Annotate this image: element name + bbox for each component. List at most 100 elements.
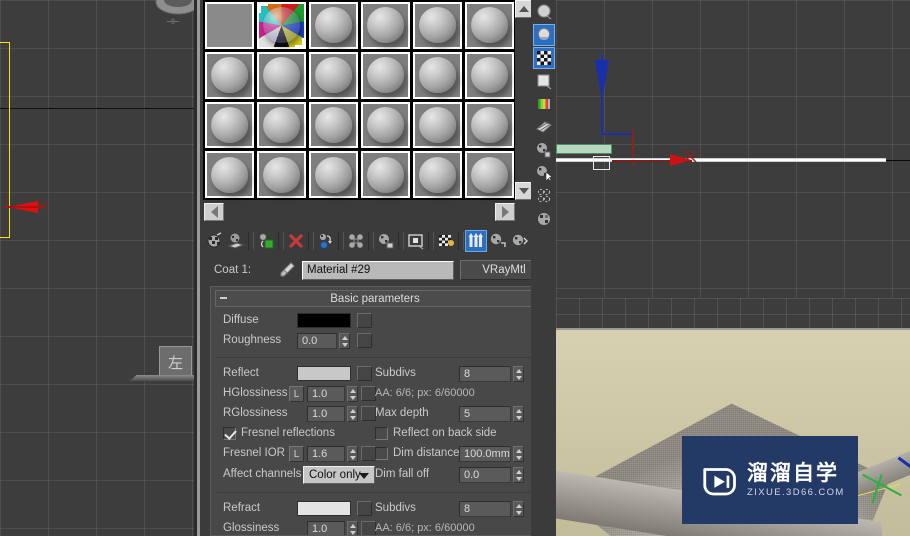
show-end-result-icon[interactable] [487,230,509,252]
material-slot-9[interactable] [309,51,358,99]
max-depth-value[interactable]: 5 [459,406,511,422]
max-depth-spinner[interactable] [513,406,524,422]
show-shaded-material-in-viewport-icon[interactable] [465,230,487,252]
refract-color-swatch[interactable] [297,501,351,516]
material-slot-11[interactable] [413,51,462,99]
material-sample-slots[interactable] [203,0,516,200]
material-name-text[interactable] [303,261,461,279]
material-slot-5[interactable] [413,2,462,49]
make-preview-icon[interactable] [533,116,555,138]
material-slot-7[interactable] [205,51,254,99]
reflect-row: Reflect Subdivs 8 [211,364,539,384]
material-slot-12[interactable] [465,51,514,99]
material-slot-8[interactable] [257,51,306,99]
material-slot-21[interactable] [309,151,358,198]
rglossiness-map-button[interactable] [361,406,376,421]
viewport-left[interactable]: 左 ⊣⊢ [0,0,200,536]
material-id-channel-icon[interactable] [405,230,427,252]
sample-uv-tiling-icon[interactable] [533,70,555,92]
put-to-library-icon[interactable] [375,230,397,252]
material-map-navigator-icon[interactable] [533,185,555,207]
material-slot-19[interactable] [205,151,254,198]
material-editor-toolbar[interactable] [203,229,549,253]
dim-distance-value[interactable]: 100.0mm [459,446,511,462]
hglossiness-value[interactable]: 1.0 [307,386,345,402]
material-name-input[interactable] [302,260,471,280]
go-to-parent-icon[interactable] [509,230,531,252]
material-slot-16[interactable] [361,101,410,149]
subdivs-reflect-value[interactable]: 8 [459,366,511,382]
video-color-check-icon[interactable] [533,93,555,115]
glossiness-spinner[interactable] [347,521,358,535]
z-axis-stem [601,55,603,133]
dim-distance-spinner[interactable] [513,446,524,462]
basic-parameters-rollout-header[interactable]: Basic parameters [215,290,535,307]
material-slot-23[interactable] [413,151,462,198]
fresnel-ior-map-button[interactable] [361,446,376,461]
rollout-collapse-icon[interactable] [220,297,227,299]
glossiness-map-button[interactable] [361,521,376,535]
material-slot-17[interactable] [413,101,462,149]
nav-left-icon[interactable] [204,203,224,221]
material-slot-3[interactable] [309,2,358,49]
material-preview-sphere [210,156,249,193]
material-slot-4[interactable] [361,2,410,49]
fresnel-ior-row: Fresnel IOR L 1.6 Dim distance 100.0mm [211,444,539,464]
get-material-icon[interactable] [203,230,225,252]
sample-type-sphere-icon[interactable] [533,1,555,23]
material-slot-15[interactable] [309,101,358,149]
reflect-on-back-side-checkbox[interactable] [375,427,388,440]
hglossiness-spinner[interactable] [347,386,358,402]
dim-fall-off-value[interactable]: 0.0 [459,467,511,483]
diffuse-map-button[interactable] [357,313,372,328]
affect-channels-dropdown[interactable]: Color only [303,466,375,484]
fresnel-ior-spinner[interactable] [347,446,358,462]
nav-right-icon[interactable] [495,203,515,221]
glossiness-value[interactable]: 1.0 [307,521,345,535]
options-icon[interactable] [533,139,555,161]
subdivs-refract-spinner[interactable] [513,501,524,517]
hglossiness-map-button[interactable] [361,386,376,401]
fresnel-reflections-checkbox[interactable] [223,427,236,440]
roughness-value[interactable]: 0.0 [297,333,337,349]
diffuse-color-swatch[interactable] [297,313,351,328]
material-slot-10[interactable] [361,51,410,99]
material-slot-24[interactable] [465,151,514,198]
roughness-spinner[interactable] [339,333,350,349]
fresnel-ior-lock-button[interactable]: L [289,446,304,462]
material-slot-1[interactable] [205,2,254,49]
reflect-color-swatch[interactable] [297,366,351,381]
diffuse-label: Diffuse [223,314,259,326]
show-background-icon[interactable] [435,230,457,252]
make-unique-icon[interactable] [345,230,367,252]
material-slot-6[interactable] [465,2,514,49]
subdivs-reflect-spinner[interactable] [513,366,524,382]
material-slot-20[interactable] [257,151,306,198]
make-material-copy-icon[interactable] [315,230,337,252]
material-slot-14[interactable] [257,101,306,149]
material-slot-2[interactable] [257,2,306,49]
material-slot-22[interactable] [361,151,410,198]
dim-fall-off-spinner[interactable] [513,467,524,483]
dim-distance-checkbox[interactable] [375,447,388,460]
backlight-icon[interactable] [532,24,555,46]
hglossiness-lock-button[interactable]: L [289,386,304,402]
select-by-material-icon[interactable] [533,162,555,184]
rglossiness-value[interactable]: 1.0 [307,406,345,422]
material-slot-18[interactable] [465,101,514,149]
subdivs-refract-value[interactable]: 8 [459,501,511,517]
refract-map-button[interactable] [357,501,372,516]
reflect-map-button[interactable] [357,366,372,381]
eyedropper-icon[interactable] [276,260,298,280]
pick-material-from-object-icon[interactable] [533,208,555,230]
material-slot-13[interactable] [205,101,254,149]
material-editor-right-toolbar[interactable] [531,0,556,536]
fresnel-ior-value[interactable]: 1.6 [307,446,345,462]
reset-map-material-icon[interactable] [285,230,307,252]
background-checker-icon[interactable] [532,47,555,69]
roughness-map-button[interactable] [357,333,372,348]
assign-material-to-selection-icon[interactable] [255,230,277,252]
put-material-to-scene-icon[interactable] [225,230,247,252]
material-preview-sphere [366,57,405,94]
rglossiness-spinner[interactable] [347,406,358,422]
